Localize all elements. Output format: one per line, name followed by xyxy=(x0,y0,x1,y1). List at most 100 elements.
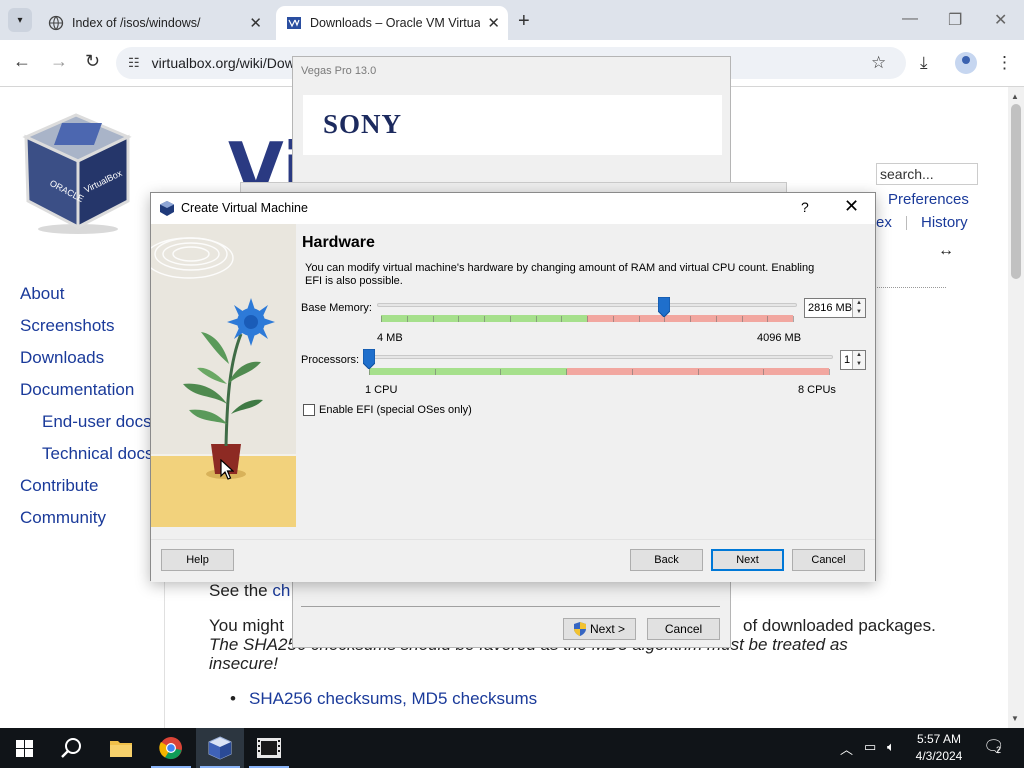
preferences-link[interactable]: Preferences xyxy=(888,191,969,208)
checksum-links[interactable]: SHA256 checksums, MD5 checksums xyxy=(249,689,537,709)
close-window-icon[interactable]: ✕ xyxy=(994,10,1007,30)
processors-label: Processors: xyxy=(301,354,360,366)
close-icon[interactable]: ✕ xyxy=(844,196,859,217)
nav-screenshots[interactable]: Screenshots xyxy=(20,316,115,336)
chevron-down-icon: ▾ xyxy=(17,14,23,26)
vegas-banner: SONY xyxy=(303,95,722,155)
slider-thumb[interactable] xyxy=(658,297,671,317)
see-the-text: See the ch xyxy=(209,581,291,600)
vegas-next-button[interactable]: Next > xyxy=(563,618,636,640)
memory-min-label: 4 MB xyxy=(377,332,403,344)
history-link[interactable]: History xyxy=(921,214,968,231)
minimize-icon[interactable]: — xyxy=(902,10,918,28)
expand-arrows-icon[interactable]: ↔ xyxy=(938,242,954,260)
slider-tick xyxy=(536,316,537,322)
slider-tick xyxy=(566,369,567,375)
network-icon[interactable]: ▭ xyxy=(864,739,876,755)
slider-tick xyxy=(767,316,768,322)
cancel-button[interactable]: Cancel xyxy=(792,549,865,571)
base-memory-slider[interactable] xyxy=(377,297,797,327)
search-button[interactable] xyxy=(48,728,96,768)
bookmark-star-icon[interactable]: ☆ xyxy=(871,53,886,73)
back-button[interactable]: Back xyxy=(630,549,703,571)
context-help-icon[interactable]: ? xyxy=(801,199,809,215)
sony-logo: SONY xyxy=(323,109,403,139)
close-tab-icon[interactable]: ✕ xyxy=(249,14,262,32)
clock-date: 4/3/2024 xyxy=(915,749,963,763)
download-icon[interactable]: ⤓ xyxy=(920,53,928,73)
more-menu-icon[interactable]: ⋮ xyxy=(996,53,1013,73)
scroll-up-icon[interactable]: ▲ xyxy=(1011,92,1019,101)
forward-arrow-icon[interactable]: → xyxy=(50,51,68,72)
slider-tick xyxy=(763,369,764,375)
index-link[interactable]: ex xyxy=(876,214,892,231)
tab-search-dropdown[interactable]: ▾ xyxy=(8,8,32,32)
chrome-button[interactable] xyxy=(147,728,195,768)
scrollbar-thumb[interactable] xyxy=(1011,104,1021,279)
new-tab-icon[interactable]: + xyxy=(518,10,530,33)
slider-tick xyxy=(500,369,501,375)
plant-illustration xyxy=(151,224,296,527)
nav-end-user-docs[interactable]: End-user docs xyxy=(42,412,152,432)
vegas-taskbar-button[interactable] xyxy=(245,728,293,768)
slider-tick xyxy=(716,316,717,322)
slider-tick xyxy=(458,316,459,322)
vegas-window-title: Vegas Pro 13.0 xyxy=(301,65,377,77)
spin-arrows-icon[interactable]: ▲ ▼ xyxy=(852,299,865,317)
virtualbox-favicon-icon xyxy=(287,17,301,29)
site-info-icon[interactable]: ☷ xyxy=(128,55,140,71)
nav-technical-docs[interactable]: Technical docs xyxy=(42,444,154,464)
search-icon xyxy=(61,738,81,758)
file-explorer-button[interactable] xyxy=(97,728,145,768)
dialog-title-bar[interactable]: Create Virtual Machine ? ✕ xyxy=(151,193,875,224)
nav-about[interactable]: About xyxy=(20,284,64,304)
tab-virtualbox-downloads[interactable]: Downloads – Oracle VM VirtualBox ✕ xyxy=(276,6,508,40)
start-button[interactable] xyxy=(0,728,48,768)
enable-efi-checkbox[interactable] xyxy=(303,404,315,416)
slider-tick xyxy=(484,316,485,322)
memory-max-label: 4096 MB xyxy=(757,332,802,344)
spin-arrows-icon[interactable]: ▲ ▼ xyxy=(852,351,865,369)
back-arrow-icon[interactable]: ← xyxy=(13,51,31,72)
enable-efi-label[interactable]: Enable EFI (special OSes only) xyxy=(319,404,472,416)
vegas-cancel-button[interactable]: Cancel xyxy=(647,618,720,640)
nav-downloads[interactable]: Downloads xyxy=(20,348,104,368)
processors-slider[interactable] xyxy=(363,349,833,379)
nav-contribute[interactable]: Contribute xyxy=(20,476,98,496)
processors-max-label: 8 CPUs xyxy=(798,384,836,396)
profile-avatar-icon[interactable] xyxy=(955,52,977,74)
help-button[interactable]: Help xyxy=(161,549,234,571)
slider-tick xyxy=(829,369,830,375)
browser-tab-bar: ▾ Index of /isos/windows/ ✕ Downloads – … xyxy=(0,0,1024,40)
notification-count: 2 xyxy=(996,745,1002,755)
show-hidden-icons-icon[interactable]: ︿ xyxy=(840,739,853,758)
virtualbox-logo[interactable]: ORACLE VirtualBox xyxy=(16,101,144,235)
slider-tick xyxy=(632,369,633,375)
reload-icon[interactable]: ↻ xyxy=(85,51,100,72)
system-clock[interactable]: 5:57 AM 4/3/2024 xyxy=(902,731,976,765)
changelog-link[interactable]: ch xyxy=(272,581,290,600)
nav-documentation[interactable]: Documentation xyxy=(20,380,134,400)
dialog-title: Create Virtual Machine xyxy=(181,201,308,215)
slider-tick xyxy=(690,316,691,322)
close-tab-icon[interactable]: ✕ xyxy=(487,14,500,32)
slider-thumb[interactable] xyxy=(363,349,375,369)
processors-min-label: 1 CPU xyxy=(365,384,398,396)
scroll-down-icon[interactable]: ▼ xyxy=(1011,714,1019,723)
volume-muted-icon[interactable]: 🔈︎ xyxy=(887,739,895,755)
nav-community[interactable]: Community xyxy=(20,508,106,528)
you-might-text: You might xyxy=(209,616,284,635)
notifications-icon[interactable]: 🗨︎ xyxy=(983,737,1005,757)
tab-isos[interactable]: Index of /isos/windows/ ✕ xyxy=(38,6,270,40)
virtualbox-taskbar-button[interactable] xyxy=(196,728,244,768)
slider-tick xyxy=(369,369,370,375)
memory-spinbox[interactable]: 2816 MB ▲ ▼ xyxy=(804,298,866,318)
processors-spinbox[interactable]: 1 ▲ ▼ xyxy=(840,350,866,370)
restore-icon[interactable]: ❐ xyxy=(948,10,962,30)
divider xyxy=(301,606,720,607)
slider-track xyxy=(377,303,797,307)
wiki-search-input[interactable]: search... xyxy=(876,163,978,185)
next-button[interactable]: Next xyxy=(711,549,784,571)
processors-value: 1 xyxy=(844,354,851,366)
vegas-next-label: Next > xyxy=(589,622,625,636)
